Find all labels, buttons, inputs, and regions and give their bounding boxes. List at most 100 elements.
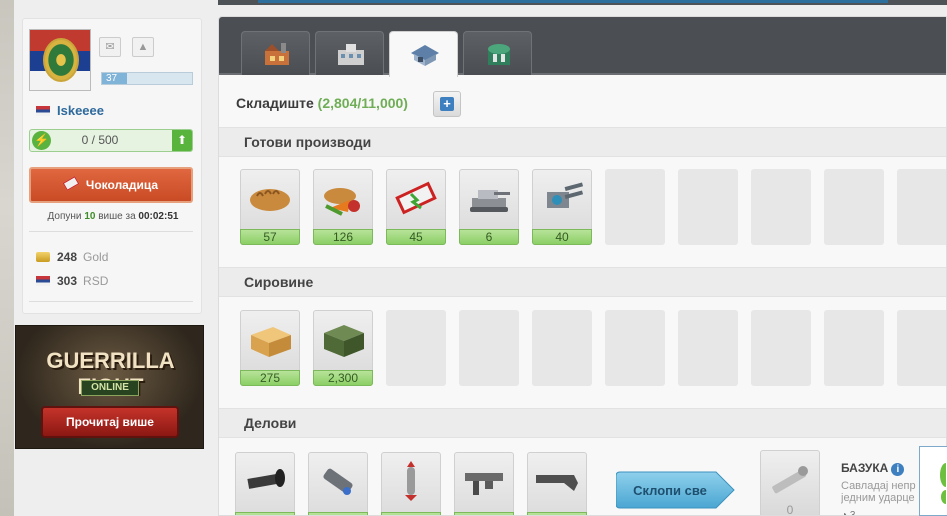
emblem-icon (43, 38, 79, 82)
food-raw-icon (251, 327, 291, 357)
gold-icon (36, 252, 50, 262)
item-slot-food[interactable]: 126 (313, 169, 373, 245)
arrow-up-icon: ⬆ (176, 133, 188, 147)
launcher-icon (465, 473, 503, 495)
storage-icon (411, 45, 439, 66)
empty-slot (386, 310, 446, 386)
envelope-icon: ✉ (105, 41, 115, 53)
empty-slot (751, 310, 811, 386)
consume-chocolate-button[interactable]: Чоколадица (29, 167, 193, 203)
empty-slot (605, 310, 665, 386)
item-quantity: 2,300 (313, 370, 373, 386)
item-quantity: 6 (459, 229, 519, 245)
artillery-icon (547, 182, 584, 208)
empty-slot (678, 169, 738, 245)
energy-up-button[interactable]: ⬆ (172, 130, 192, 151)
energy-bar: ⚡ 0 / 500 ⬆ (29, 129, 193, 152)
empty-slot (459, 310, 519, 386)
alerts-button[interactable]: ▲ (132, 37, 154, 57)
rocket-icon (405, 461, 417, 501)
empty-slot (751, 169, 811, 245)
bazooka-slot[interactable]: 0 (760, 450, 820, 516)
item-slot-bread[interactable]: 57 (240, 169, 300, 245)
empty-slot (824, 310, 884, 386)
consume-button-label: Чоколадица (85, 178, 159, 192)
tank-icon (470, 190, 510, 212)
level-number: 37 (106, 73, 118, 84)
item-slot-scope[interactable]: 61 (308, 452, 368, 515)
bread-icon (250, 189, 290, 211)
messages-button[interactable]: ✉ (99, 37, 121, 57)
avatar[interactable] (29, 29, 91, 91)
item-slot-barrel[interactable]: 451 (235, 452, 295, 515)
tab-storage[interactable] (389, 31, 458, 77)
ad-read-more-button[interactable]: Прочитај више (41, 406, 179, 438)
bazooka-icon (772, 466, 808, 494)
serbia-flag-icon (36, 276, 50, 286)
empty-slot (897, 169, 946, 245)
empty-slot (532, 310, 592, 386)
bell-icon: ▲ (137, 41, 149, 53)
weapon-raw-icon (324, 325, 364, 357)
chocolate-icon (395, 181, 437, 215)
item-quantity: 275 (240, 370, 300, 386)
item-quantity: 57 (240, 229, 300, 245)
plus-icon: + (440, 97, 454, 111)
item-quantity: 126 (313, 229, 373, 245)
item-slot-weapon-raw[interactable]: 2,300 (313, 310, 373, 386)
empty-slot (897, 310, 946, 386)
factory-icon (265, 43, 289, 65)
divider (29, 301, 193, 302)
storage-title: Складиште (2,804/11,000) (236, 95, 408, 111)
bazooka-stat: ◔ 3 (841, 510, 855, 515)
collapse-all-button[interactable]: Склопи све (616, 470, 736, 510)
item-slot-artillery[interactable]: 40 (532, 169, 592, 245)
food-icon (324, 188, 360, 216)
refill-timer: 00:02:51 (138, 211, 179, 222)
tab-market[interactable] (463, 31, 532, 75)
expand-storage-button[interactable]: + (433, 91, 461, 117)
guerrilla-fight-ad[interactable]: GUERRILLA FIGHT ONLINE Прочитај више (15, 325, 204, 449)
chocolate-icon (62, 176, 80, 191)
bazooka-title: БАЗУКА i (841, 461, 905, 476)
item-quantity: 114 (454, 512, 514, 515)
username[interactable]: Iskeeee (57, 103, 104, 118)
collapse-all-label: Склопи све (633, 483, 707, 498)
stock-icon (536, 475, 578, 491)
section-raw-materials: Сировине (219, 267, 946, 297)
item-slot-launcher[interactable]: 114 (454, 452, 514, 515)
level-bar: 37 (101, 72, 193, 85)
item-slot-stock[interactable]: 126 (527, 452, 587, 515)
storage-panel: Складиште (2,804/11,000) + Готови произв… (218, 16, 947, 516)
divider (29, 231, 193, 232)
tab-company[interactable] (315, 31, 384, 75)
storage-capacity: (2,804/11,000) (317, 95, 408, 111)
top-bar (218, 0, 947, 5)
item-slot-tank[interactable]: 6 (459, 169, 519, 245)
barrel-icon (247, 469, 285, 489)
profile-panel: ✉ ▲ 37 Iskeeee ⚡ 0 / 500 ⬆ Чоколадица До… (22, 18, 202, 314)
section-parts: Делови (219, 408, 946, 438)
leaf-icon (940, 463, 947, 504)
item-quantity: 61 (308, 512, 368, 515)
empty-slot (605, 169, 665, 245)
empty-slot (824, 169, 884, 245)
bazooka-qty: 0 (786, 503, 794, 516)
item-slot-rocket[interactable]: 90 (381, 452, 441, 515)
item-quantity: 126 (527, 512, 587, 515)
empty-slot (678, 310, 738, 386)
side-popup[interactable] (919, 446, 947, 516)
serbia-flag-icon (36, 106, 50, 116)
bazooka-description: Савладај непр једним ударце (841, 480, 916, 504)
ad-subtitle: ONLINE (81, 380, 139, 396)
tab-factory[interactable] (241, 31, 310, 75)
username-link[interactable]: Iskeeee (36, 103, 104, 118)
info-icon[interactable]: i (891, 463, 905, 476)
item-slot-chocolate[interactable]: 45 (386, 169, 446, 245)
page-background-strip (0, 0, 14, 516)
item-quantity: 90 (381, 512, 441, 515)
refill-info: Допуни 10 више за 00:02:51 (47, 211, 179, 222)
rsd-balance: 303 RSD (36, 274, 108, 288)
section-finished-products: Готови производи (219, 127, 946, 157)
item-slot-food-raw[interactable]: 275 (240, 310, 300, 386)
